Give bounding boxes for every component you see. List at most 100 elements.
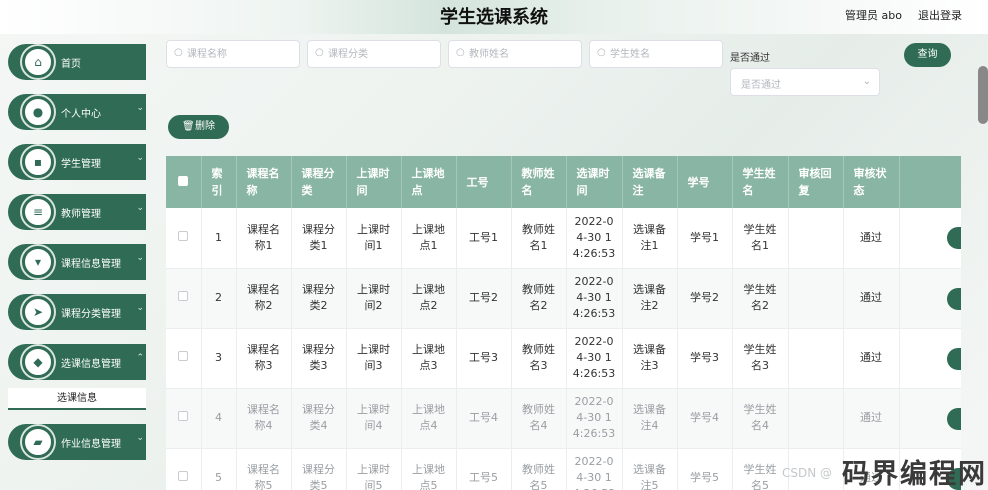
cell-status: 通过 <box>843 208 900 269</box>
cell-select-time: 2022-04-30 14:26:53 <box>566 328 623 389</box>
cell-course-name: 课程名称1 <box>236 208 292 269</box>
vertical-scrollbar[interactable] <box>978 66 988 346</box>
row-select-cell <box>166 208 202 269</box>
column-header[interactable]: 学号 <box>677 156 733 208</box>
sidebar-item-label: 学生管理 <box>61 159 101 170</box>
cell-select-time: 2022-04-30 14:26:53 <box>566 448 623 490</box>
user-icon: ● <box>22 96 54 128</box>
sidebar-item-personal-center[interactable]: ● 个人中心 ⌄ <box>8 94 146 130</box>
sidebar-item-course-category-management[interactable]: ➤ 课程分类管理 ⌄ <box>8 294 146 330</box>
cell-student-id: 学号4 <box>677 388 733 449</box>
cell-category: 课程分类5 <box>291 448 347 490</box>
cell-time: 上课时间4 <box>346 388 402 449</box>
table-header-row: 索引 课程名称 课程分类 上课时间 上课地点 工号 教师姓名 选课时间 选课备注… <box>166 156 961 208</box>
cell-actions <box>899 208 961 269</box>
cell-student-id: 学号2 <box>677 268 733 329</box>
column-header[interactable]: 选课备注 <box>622 156 678 208</box>
cell-time: 上课时间3 <box>346 328 402 389</box>
cell-student-id: 学号3 <box>677 328 733 389</box>
row-select-cell <box>166 388 202 449</box>
cell-reply <box>788 328 844 389</box>
teacher-name-input[interactable] <box>469 46 577 62</box>
course-name-input[interactable] <box>187 46 295 62</box>
logout-link[interactable]: 退出登录 <box>918 7 962 23</box>
cell-teacher-name: 教师姓名3 <box>511 328 567 389</box>
monitor-icon: ▾ <box>22 246 54 278</box>
cell-teacher-id: 工号3 <box>456 328 512 389</box>
cell-select-time: 2022-04-30 14:26:53 <box>566 208 623 269</box>
cell-remark: 选课备注4 <box>622 388 678 449</box>
selection-table: 索引 课程名称 课程分类 上课时间 上课地点 工号 教师姓名 选课时间 选课备注… <box>166 156 961 490</box>
cell-select-time: 2022-04-30 14:26:53 <box>566 268 623 329</box>
row-checkbox[interactable] <box>178 230 189 241</box>
cell-course-name: 课程名称5 <box>236 448 292 490</box>
cell-select-time: 2022-04-30 14:26:53 <box>566 388 623 449</box>
pass-filter-placeholder: 是否通过 <box>741 80 781 91</box>
column-header[interactable]: 课程名称 <box>236 156 292 208</box>
cell-course-name: 课程名称3 <box>236 328 292 389</box>
cell-teacher-id: 工号1 <box>456 208 512 269</box>
row-checkbox[interactable] <box>178 291 189 301</box>
cell-status: 通过 <box>843 388 900 449</box>
row-checkbox[interactable] <box>178 471 189 481</box>
column-header[interactable]: 上课时间 <box>346 156 402 208</box>
cell-category: 课程分类2 <box>291 268 347 329</box>
sidebar-item-course-info-management[interactable]: ▾ 课程信息管理 ⌄ <box>8 244 146 280</box>
row-action-button[interactable] <box>946 227 961 249</box>
cell-index: 3 <box>201 328 237 389</box>
cell-place: 上课地点5 <box>401 448 457 490</box>
chevron-down-icon: ⌄ <box>136 303 144 313</box>
delete-button[interactable]: 🗑 删除 <box>168 115 229 139</box>
cell-place: 上课地点4 <box>401 388 457 449</box>
sidebar-item-homework-management[interactable]: ▰ 作业信息管理 ⌄ <box>8 424 146 460</box>
select-all-checkbox[interactable] <box>178 175 189 186</box>
cell-teacher-id: 工号5 <box>456 448 512 490</box>
column-header[interactable]: 工号 <box>456 156 512 208</box>
chevron-down-icon: ⌄ <box>136 203 144 213</box>
chevron-up-icon: ⌃ <box>136 353 144 363</box>
teacher-name-search: ○ <box>448 40 582 68</box>
watermark-small: CSDN @ <box>782 466 833 480</box>
row-action-button[interactable] <box>946 287 961 310</box>
table-row: 4 课程名称4 课程分类4 上课时间4 上课地点4 工号4 教师姓名4 2022… <box>166 388 961 449</box>
row-checkbox[interactable] <box>178 411 189 421</box>
column-header[interactable]: 上课地点 <box>401 156 457 208</box>
row-checkbox[interactable] <box>178 351 189 361</box>
cell-teacher-name: 教师姓名2 <box>511 268 567 329</box>
cell-place: 上课地点1 <box>401 208 457 269</box>
cell-reply <box>788 208 844 269</box>
cell-student-name: 学生姓名2 <box>732 268 789 329</box>
sidebar-item-label: 教师管理 <box>61 209 101 220</box>
cell-category: 课程分类1 <box>291 208 347 269</box>
delete-button-label: 删除 <box>195 121 215 132</box>
course-category-input[interactable] <box>328 46 436 62</box>
column-header[interactable]: 审核状态 <box>843 156 900 208</box>
student-name-input[interactable] <box>610 46 718 62</box>
sidebar-item-home[interactable]: ⌂ 首页 <box>8 44 146 80</box>
sidebar-subitem-selection-info[interactable]: 选课信息 <box>8 388 146 410</box>
sidebar-item-label: 课程信息管理 <box>61 259 121 270</box>
cell-category: 课程分类4 <box>291 388 347 449</box>
sidebar-item-selection-info-management[interactable]: ◆ 选课信息管理 ⌃ <box>8 344 146 380</box>
sidebar-item-student-management[interactable]: ▪ 学生管理 ⌄ <box>8 144 146 180</box>
sidebar-item-teacher-management[interactable]: ≡ 教师管理 ⌄ <box>8 194 146 230</box>
query-button[interactable]: 查询 <box>904 43 951 67</box>
column-header[interactable]: 课程分类 <box>291 156 347 208</box>
column-header[interactable]: 索引 <box>201 156 237 208</box>
cell-reply <box>788 268 844 329</box>
briefcase-icon: ▪ <box>22 146 54 178</box>
chat-icon: ▰ <box>22 426 54 458</box>
sidebar-item-label: 个人中心 <box>61 109 101 120</box>
row-action-button[interactable] <box>946 347 961 370</box>
cell-course-name: 课程名称4 <box>236 388 292 449</box>
pass-filter-select[interactable]: 是否通过 ⌄ <box>730 68 880 96</box>
chevron-down-icon: ⌄ <box>136 253 144 263</box>
column-header[interactable]: 教师姓名 <box>511 156 567 208</box>
scrollbar-thumb[interactable] <box>978 66 988 124</box>
column-header[interactable]: 学生姓名 <box>732 156 789 208</box>
cell-status: 通过 <box>843 328 900 389</box>
sidebar-item-label: 作业信息管理 <box>61 439 121 450</box>
row-action-button[interactable] <box>946 407 961 430</box>
column-header[interactable]: 选课时间 <box>566 156 623 208</box>
column-header[interactable]: 审核回复 <box>788 156 844 208</box>
